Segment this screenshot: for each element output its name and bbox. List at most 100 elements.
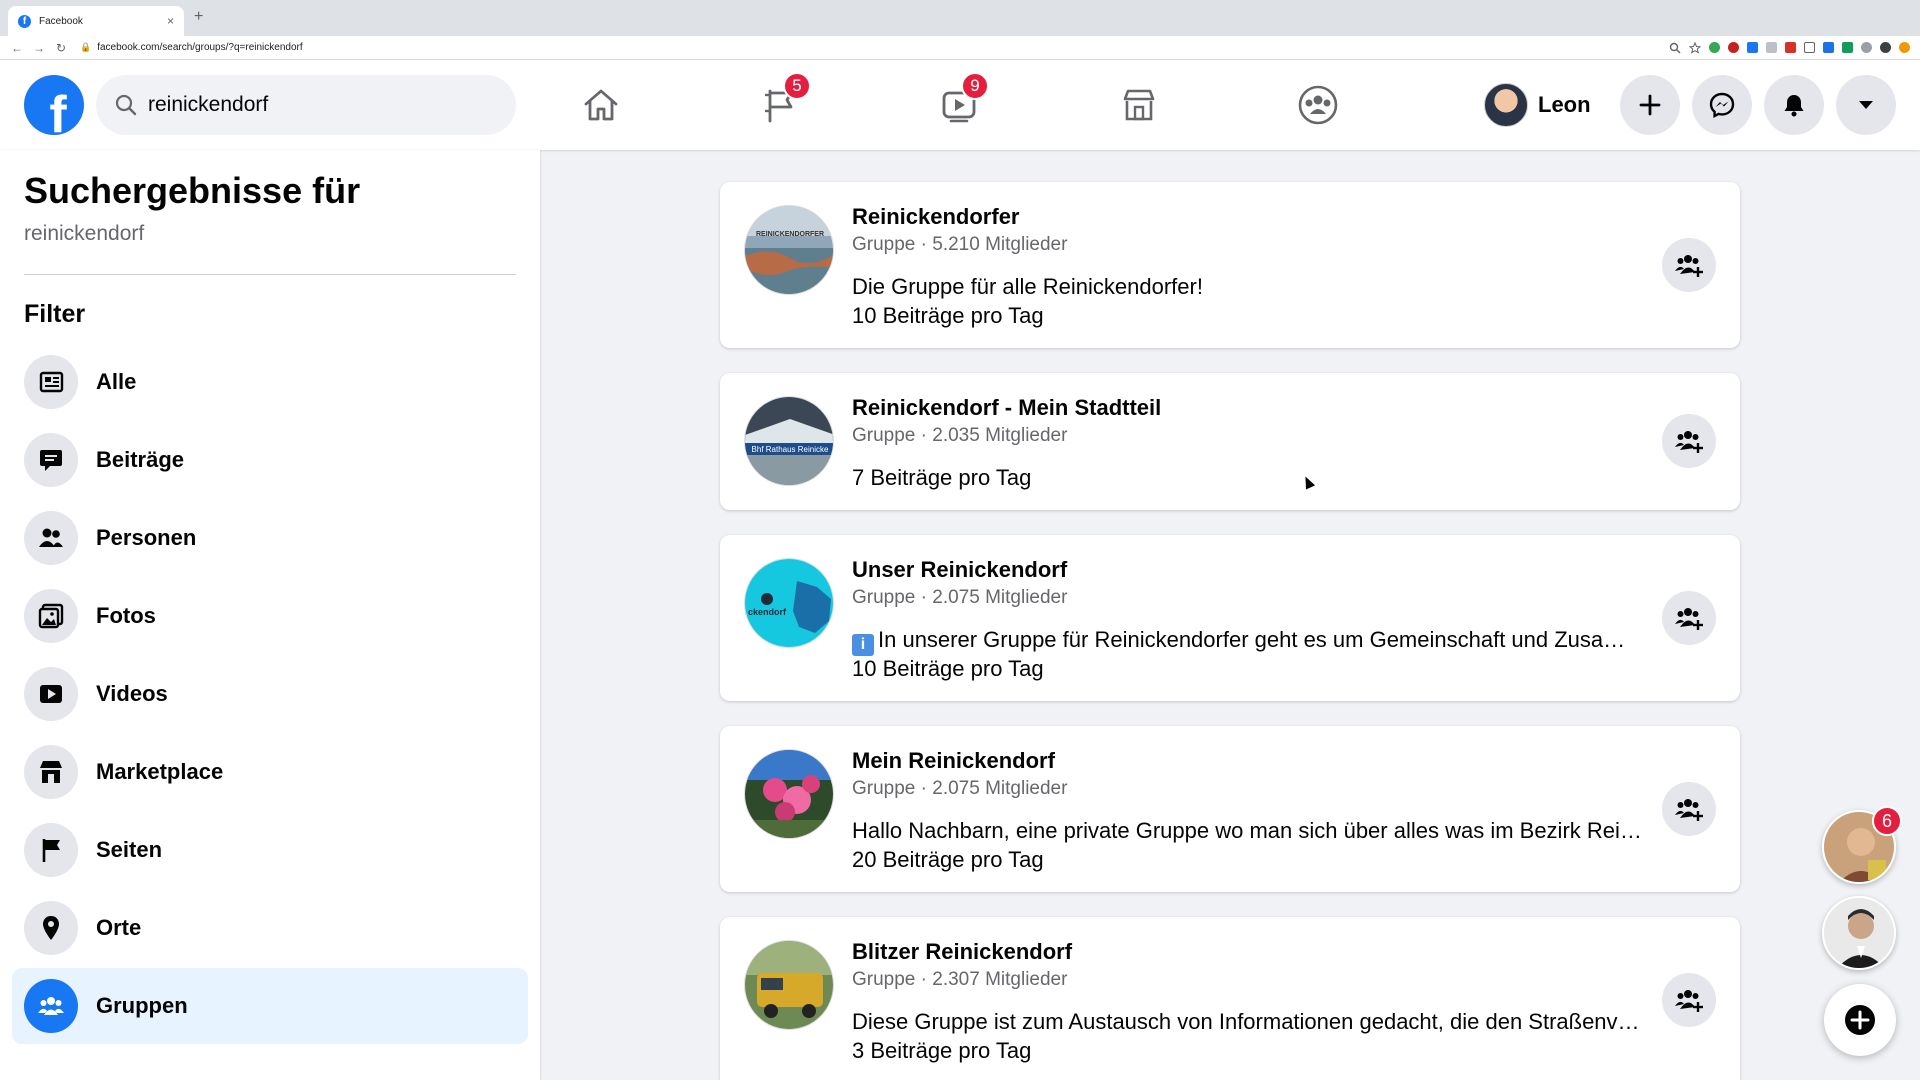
browser-tab[interactable]: f Facebook ×	[8, 6, 184, 36]
group-thumbnail[interactable]: ckendorf	[744, 558, 834, 648]
group-name[interactable]: Blitzer Reinickendorf	[852, 939, 1072, 965]
join-group-button[interactable]	[1662, 238, 1716, 292]
group-thumbnail[interactable]	[744, 749, 834, 839]
reload-button[interactable]: ↻	[50, 41, 72, 55]
filter-icon-wrap	[24, 433, 78, 487]
back-button[interactable]: ←	[6, 41, 28, 55]
group-name[interactable]: Reinickendorf - Mein Stadtteil	[852, 395, 1161, 421]
filter-item-videos[interactable]: Videos	[12, 656, 528, 732]
filter-label: Beiträge	[96, 447, 185, 472]
join-group-button[interactable]	[1662, 414, 1716, 468]
extension-globe-icon[interactable]	[1861, 42, 1872, 53]
create-button[interactable]	[1620, 75, 1680, 135]
new-message-button[interactable]	[1824, 984, 1896, 1056]
group-result-card[interactable]: REINICKENDORFER Reinickendorfer Gruppe ·…	[720, 182, 1740, 348]
browser-tab-bar: f Facebook × +	[0, 0, 1920, 36]
group-result-card[interactable]: Blitzer Reinickendorf Gruppe · 2.307 Mit…	[720, 917, 1740, 1080]
info-icon: i	[852, 634, 874, 656]
forward-button[interactable]: →	[28, 41, 50, 55]
join-group-icon	[1675, 255, 1703, 277]
filter-item-personen[interactable]: Personen	[12, 500, 528, 576]
chat-unread-badge: 6	[1872, 806, 1902, 836]
search-bar[interactable]	[96, 75, 516, 135]
search-input[interactable]	[148, 93, 468, 117]
filter-item-marketplace[interactable]: Marketplace	[12, 734, 528, 810]
extension-facebook-icon[interactable]	[1747, 42, 1758, 53]
group-post-frequency: 20 Beiträge pro Tag	[852, 847, 1044, 872]
svg-text:Bhf Rathaus Reinicke: Bhf Rathaus Reinicke	[752, 445, 829, 454]
filter-item-beitraege[interactable]: Beiträge	[12, 422, 528, 498]
group-thumbnail[interactable]: REINICKENDORFER	[744, 205, 834, 295]
contact-avatar-icon	[1824, 898, 1894, 968]
chrome-profile-icon[interactable]	[1880, 42, 1891, 53]
location-pin-icon	[43, 916, 59, 940]
url-field[interactable]: 🔒 facebook.com/search/groups/?q=reinicke…	[80, 39, 1669, 57]
join-group-icon	[1675, 608, 1703, 630]
group-name[interactable]: Reinickendorfer	[852, 204, 1020, 230]
group-name[interactable]: Mein Reinickendorf	[852, 748, 1055, 774]
group-post-frequency: 7 Beiträge pro Tag	[852, 465, 1032, 490]
tab-close-icon[interactable]: ×	[167, 14, 174, 28]
extension-outline-icon[interactable]	[1804, 42, 1815, 53]
join-group-icon	[1675, 799, 1703, 821]
filter-item-fotos[interactable]: Fotos	[12, 578, 528, 654]
group-photo-van-icon	[745, 941, 833, 1029]
profile-button[interactable]: Leon	[1484, 82, 1599, 128]
account-menu-button[interactable]	[1836, 75, 1896, 135]
chat-head-contact[interactable]	[1822, 896, 1896, 970]
filter-heading: Filter	[24, 300, 86, 328]
facebook-header: f 5 9 Leon	[0, 60, 1920, 150]
group-meta: Gruppe · 2.307 Mitglieder	[852, 969, 1068, 990]
filter-item-gruppen[interactable]: Gruppen	[12, 968, 528, 1044]
extension-badge-icon[interactable]	[1785, 42, 1796, 53]
new-tab-button[interactable]: +	[194, 8, 203, 26]
profile-name: Leon	[1538, 92, 1591, 117]
chrome-update-icon[interactable]	[1899, 42, 1910, 53]
facebook-logo-icon[interactable]: f	[24, 75, 84, 135]
group-result-card[interactable]: Mein Reinickendorf Gruppe · 2.075 Mitgli…	[720, 726, 1740, 892]
url-text: facebook.com/search/groups/?q=reinickend…	[97, 42, 303, 53]
group-thumbnail[interactable]	[744, 940, 834, 1030]
filter-item-orte[interactable]: Orte	[12, 890, 528, 966]
join-group-button[interactable]	[1662, 782, 1716, 836]
nav-pages[interactable]: 5	[741, 60, 821, 150]
photo-icon	[38, 603, 64, 629]
nav-home[interactable]	[561, 60, 641, 150]
extension-red-icon[interactable]	[1728, 42, 1739, 53]
group-result-card[interactable]: ckendorf Unser Reinickendorf Gruppe · 2.…	[720, 535, 1740, 701]
home-icon	[584, 89, 618, 121]
compose-plus-icon	[1845, 1005, 1875, 1035]
bookmark-star-icon[interactable]	[1689, 41, 1701, 54]
filter-item-alle[interactable]: Alle	[12, 344, 528, 420]
join-group-button[interactable]	[1662, 591, 1716, 645]
join-group-button[interactable]	[1662, 973, 1716, 1027]
search-filter-sidebar: Suchergebnisse für reinickendorf Filter …	[0, 150, 540, 1080]
group-name[interactable]: Unser Reinickendorf	[852, 557, 1067, 583]
group-result-card[interactable]: Bhf Rathaus Reinicke Reinickendorf - Mei…	[720, 373, 1740, 510]
filter-icon-wrap	[24, 745, 78, 799]
extension-chart-icon[interactable]	[1842, 42, 1853, 53]
filter-label: Videos	[96, 681, 168, 706]
store-icon	[1123, 89, 1155, 121]
bell-icon	[1784, 95, 1804, 117]
extension-iq-icon[interactable]	[1823, 42, 1834, 53]
group-thumbnail[interactable]: Bhf Rathaus Reinicke	[744, 396, 834, 486]
messenger-icon	[1709, 92, 1735, 119]
notifications-button[interactable]	[1764, 75, 1824, 135]
extension-grey-icon[interactable]	[1766, 42, 1777, 53]
store-icon	[40, 761, 62, 783]
nav-marketplace[interactable]	[1099, 60, 1179, 150]
group-logo-map-icon: ckendorf	[745, 559, 833, 647]
browser-address-bar: ← → ↻ 🔒 facebook.com/search/groups/?q=re…	[0, 36, 1920, 60]
filter-item-seiten[interactable]: Seiten	[12, 812, 528, 888]
notification-badge: 9	[961, 72, 989, 100]
people-icon	[39, 528, 63, 547]
zoom-icon[interactable]	[1669, 42, 1681, 54]
filter-icon-wrap	[24, 589, 78, 643]
messenger-button[interactable]	[1692, 75, 1752, 135]
extension-green-icon[interactable]	[1709, 42, 1720, 53]
filter-label: Gruppen	[96, 993, 188, 1018]
facebook-favicon-icon: f	[18, 14, 31, 28]
nav-watch[interactable]: 9	[919, 60, 999, 150]
nav-groups[interactable]	[1278, 60, 1358, 150]
